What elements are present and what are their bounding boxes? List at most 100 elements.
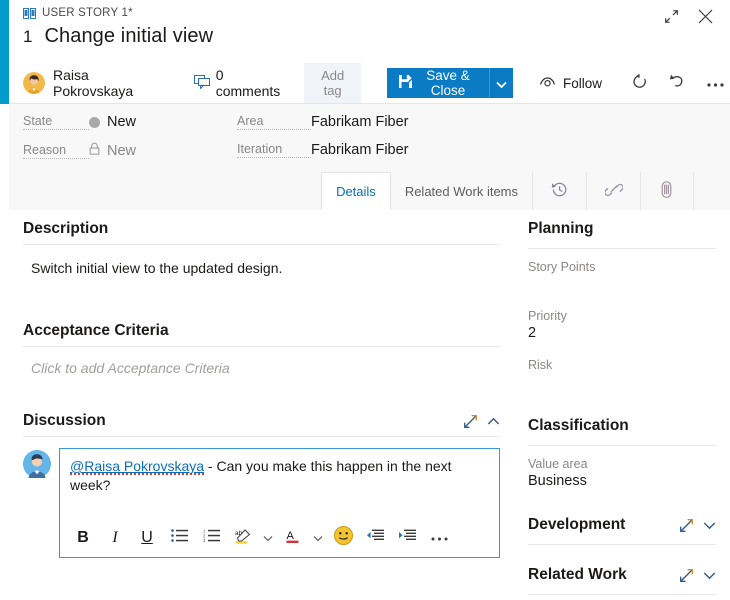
related-work-section-actions <box>679 568 716 583</box>
divider <box>23 244 500 245</box>
field-risk-value[interactable] <box>528 374 716 393</box>
save-and-close-group: Save & Close <box>387 68 513 98</box>
more-ellipsis-icon <box>706 76 725 91</box>
field-iteration: Iteration Fabrikam Fiber <box>237 142 409 158</box>
svg-text:3: 3 <box>203 538 206 542</box>
chevron-up-icon[interactable] <box>487 417 500 426</box>
description-title: Description <box>23 220 108 238</box>
indent-icon <box>398 529 416 547</box>
work-item-icon <box>23 8 36 19</box>
bullet-list-icon <box>171 529 188 547</box>
field-reason-label: Reason <box>23 143 89 159</box>
follow-label: Follow <box>563 76 602 91</box>
field-iteration-label: Iteration <box>237 142 311 158</box>
field-state-value[interactable]: New <box>89 114 136 130</box>
tab-attachments[interactable] <box>640 172 694 210</box>
chevron-down-icon[interactable] <box>703 571 716 580</box>
formatting-toolbar: B I U <box>60 519 499 557</box>
expand-diagonal-icon[interactable] <box>679 518 694 533</box>
bold-button[interactable]: B <box>68 523 98 553</box>
chevron-down-icon[interactable] <box>703 521 716 530</box>
link-icon <box>605 182 623 201</box>
eye-icon <box>539 75 556 91</box>
mention-link[interactable]: @Raisa Pokrovskaya <box>70 458 204 475</box>
emoji-button[interactable] <box>328 523 358 553</box>
discussion-editor[interactable]: @Raisa Pokrovskaya - Can you make this h… <box>59 448 500 558</box>
header-toolbar: Raisa Pokrovskaya 0 comments Add tag <box>23 66 730 100</box>
bulleted-list-button[interactable] <box>164 523 194 553</box>
field-value-area: Value area Business <box>528 457 716 492</box>
highlight-color-caret[interactable] <box>260 523 276 553</box>
discussion-editor-row: @Raisa Pokrovskaya - Can you make this h… <box>23 448 500 558</box>
spacer <box>23 376 500 412</box>
expand-diagonal-icon[interactable] <box>463 414 478 429</box>
acceptance-criteria-section-header: Acceptance Criteria <box>23 322 500 346</box>
close-button[interactable] <box>692 6 718 32</box>
acceptance-criteria-title: Acceptance Criteria <box>23 322 169 340</box>
divider <box>528 445 716 446</box>
field-strip: State New Reason New Area Fabrikam Fiber <box>9 104 730 172</box>
tab-bar: Details Related Work items <box>9 172 730 210</box>
numbered-list-button[interactable]: 1 2 3 <box>196 523 226 553</box>
tab-links[interactable] <box>586 172 640 210</box>
field-area-value[interactable]: Fabrikam Fiber <box>311 114 409 130</box>
underline-button[interactable]: U <box>132 523 162 553</box>
follow-button[interactable]: Follow <box>539 75 602 91</box>
breadcrumb[interactable]: USER STORY 1* <box>23 7 133 19</box>
refresh-button[interactable] <box>624 68 654 98</box>
discussion-section-actions <box>463 414 500 429</box>
more-actions-button[interactable] <box>700 68 730 98</box>
acceptance-criteria-placeholder[interactable]: Click to add Acceptance Criteria <box>23 358 500 376</box>
add-tag-button[interactable]: Add tag <box>304 63 361 103</box>
spacer <box>23 278 500 322</box>
assigned-to[interactable]: Raisa Pokrovskaya <box>23 67 146 99</box>
field-state-label: State <box>23 114 89 130</box>
tab-details[interactable]: Details <box>321 172 390 211</box>
highlight-color-button[interactable]: ab <box>228 523 258 553</box>
svg-text:A: A <box>287 530 295 542</box>
history-icon <box>551 181 568 201</box>
more-formatting-button[interactable] <box>424 523 454 553</box>
undo-button[interactable] <box>662 68 692 98</box>
page-title[interactable]: Change initial view <box>44 25 213 48</box>
decrease-indent-button[interactable] <box>360 523 390 553</box>
italic-button[interactable]: I <box>100 523 130 553</box>
development-section-actions <box>679 518 716 533</box>
restore-down-button[interactable] <box>658 6 684 32</box>
tab-history[interactable] <box>532 172 586 210</box>
undo-icon <box>669 73 686 93</box>
save-options-dropdown[interactable] <box>489 68 513 98</box>
assignee-name: Raisa Pokrovskaya <box>53 67 146 99</box>
planning-section-header: Planning <box>528 220 716 244</box>
field-story-points-value[interactable] <box>528 276 716 295</box>
comment-icon <box>194 75 210 92</box>
avatar <box>23 450 51 478</box>
save-and-close-button[interactable]: Save & Close <box>387 68 489 98</box>
divider <box>23 346 500 347</box>
field-story-points: Story Points <box>528 260 716 295</box>
discussion-section-header: Discussion <box>23 412 500 436</box>
tab-related-work-items[interactable]: Related Work items <box>390 172 532 210</box>
divider <box>528 594 716 595</box>
field-priority: Priority 2 <box>528 309 716 344</box>
increase-indent-button[interactable] <box>392 523 422 553</box>
field-risk: Risk <box>528 358 716 393</box>
more-ellipsis-icon <box>430 529 449 547</box>
classification-section-header: Classification <box>528 417 716 441</box>
work-item-form: USER STORY 1* 1 Change initial view Rais… <box>0 0 730 600</box>
expand-diagonal-icon[interactable] <box>679 568 694 583</box>
discussion-comment-text[interactable]: @Raisa Pokrovskaya - Can you make this h… <box>60 449 499 495</box>
font-color-caret[interactable] <box>310 523 326 553</box>
field-priority-value[interactable]: 2 <box>528 325 716 344</box>
description-text[interactable]: Switch initial view to the updated desig… <box>23 256 500 278</box>
field-iteration-value[interactable]: Fabrikam Fiber <box>311 142 409 158</box>
side-rail: Planning Story Points Priority 2 Risk Cl… <box>514 210 730 600</box>
related-work-title: Related Work <box>528 566 627 584</box>
save-and-close-label: Save & Close <box>420 68 476 98</box>
work-item-id: 1 <box>23 27 32 47</box>
font-color-button[interactable]: A <box>278 523 308 553</box>
development-title: Development <box>528 516 625 534</box>
lock-icon <box>89 142 100 159</box>
field-value-area-value[interactable]: Business <box>528 473 716 492</box>
comments-link[interactable]: 0 comments <box>194 67 281 99</box>
